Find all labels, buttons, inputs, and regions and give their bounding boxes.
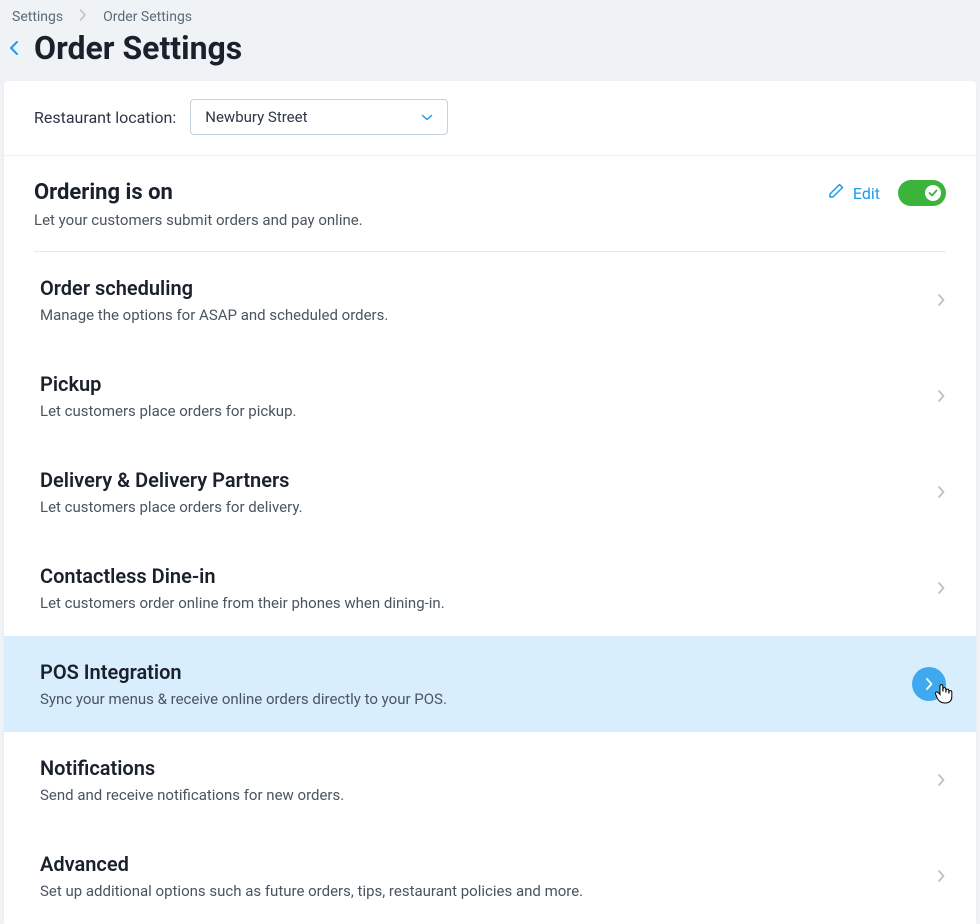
ordering-section: Ordering is on Let your customers submit… <box>4 155 976 924</box>
list-item[interactable]: Order scheduling Manage the options for A… <box>4 252 976 348</box>
edit-label: Edit <box>853 184 880 203</box>
pencil-icon <box>827 182 845 204</box>
list-item-text: Notifications Send and receive notificati… <box>40 756 344 804</box>
chevron-right-icon <box>936 581 946 595</box>
list-item-sub: Let customers place orders for delivery. <box>40 498 303 516</box>
breadcrumb-parent-link[interactable]: Settings <box>12 9 63 25</box>
ordering-toggle[interactable] <box>898 180 946 206</box>
list-item-title: Order scheduling <box>40 276 388 300</box>
list-item-text: POS Integration Sync your menus & receive… <box>40 660 447 708</box>
chevron-right-icon <box>936 293 946 307</box>
ordering-text: Ordering is on Let your customers submit… <box>34 180 363 229</box>
main-card: Restaurant location: Newbury Street Orde… <box>4 81 976 924</box>
list-item[interactable]: POS Integration Sync your menus & receive… <box>4 636 976 732</box>
location-select[interactable]: Newbury Street <box>190 99 448 135</box>
list-item-title: Notifications <box>40 756 344 780</box>
list-item-title: Delivery & Delivery Partners <box>40 468 303 492</box>
list-item-text: Contactless Dine-in Let customers order o… <box>40 564 445 612</box>
breadcrumb-current: Order Settings <box>103 9 192 25</box>
chevron-right-icon <box>936 869 946 883</box>
chevron-right-icon <box>936 773 946 787</box>
list-item-sub: Let customers order online from their ph… <box>40 594 445 612</box>
list-item-title: POS Integration <box>40 660 447 684</box>
list-item-sub: Send and receive notifications for new o… <box>40 786 344 804</box>
title-row: Order Settings <box>0 25 980 79</box>
chevron-right-icon <box>79 9 87 25</box>
location-row: Restaurant location: Newbury Street <box>4 81 976 155</box>
list-item-sub: Let customers place orders for pickup. <box>40 402 296 420</box>
list-item[interactable]: Delivery & Delivery Partners Let customer… <box>4 444 976 540</box>
edit-button[interactable]: Edit <box>827 182 880 204</box>
ordering-sub: Let your customers submit orders and pay… <box>34 211 363 229</box>
chevron-right-icon <box>912 667 946 701</box>
list-item[interactable]: Advanced Set up additional options such a… <box>4 828 976 924</box>
list-item[interactable]: Pickup Let customers place orders for pic… <box>4 348 976 444</box>
ordering-header: Ordering is on <box>34 180 363 205</box>
list-item-title: Pickup <box>40 372 296 396</box>
list-item[interactable]: Contactless Dine-in Let customers order o… <box>4 540 976 636</box>
breadcrumb: Settings Order Settings <box>0 0 980 25</box>
list-item-sub: Manage the options for ASAP and schedule… <box>40 306 388 324</box>
back-button[interactable] <box>8 39 20 57</box>
list-item-text: Order scheduling Manage the options for A… <box>40 276 388 324</box>
chevron-right-icon <box>936 389 946 403</box>
location-label: Restaurant location: <box>34 108 176 127</box>
list-item-sub: Set up additional options such as future… <box>40 882 583 900</box>
list-item[interactable]: Notifications Send and receive notificati… <box>4 732 976 828</box>
chevron-left-icon <box>8 39 20 57</box>
ordering-controls: Edit <box>827 180 946 206</box>
list-item-text: Pickup Let customers place orders for pic… <box>40 372 296 420</box>
location-value: Newbury Street <box>205 108 307 126</box>
list-item-text: Delivery & Delivery Partners Let customer… <box>40 468 303 516</box>
check-icon <box>928 188 938 198</box>
list-item-text: Advanced Set up additional options such a… <box>40 852 583 900</box>
chevron-right-icon <box>936 485 946 499</box>
chevron-down-icon <box>421 108 433 126</box>
list-item-title: Advanced <box>40 852 583 876</box>
toggle-knob <box>923 183 943 203</box>
page-title: Order Settings <box>34 29 242 67</box>
settings-list: Order scheduling Manage the options for A… <box>4 252 976 924</box>
list-item-title: Contactless Dine-in <box>40 564 445 588</box>
list-item-sub: Sync your menus & receive online orders … <box>40 690 447 708</box>
